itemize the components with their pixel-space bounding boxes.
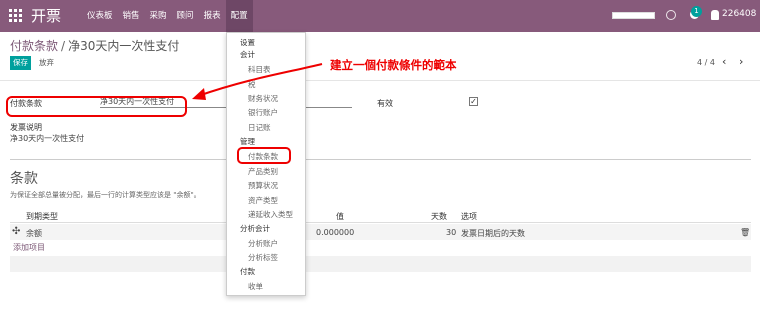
drag-handle-icon[interactable]: ✣ (12, 226, 20, 237)
menu-dashboard[interactable]: 仪表板 (82, 0, 118, 32)
dropdown-item-deferred-revenue-types[interactable]: 递延收入类型 (248, 209, 293, 220)
dropdown-item-analytic-tags[interactable]: 分析标签 (248, 252, 278, 263)
dropdown-header-accounting: 会计 (240, 50, 255, 59)
dropdown-item-journals[interactable]: 日记账 (248, 122, 271, 133)
menu-advisor[interactable]: 顾问 (172, 0, 199, 32)
breadcrumb-current: 净30天内一次性支付 (68, 39, 180, 53)
trash-icon[interactable]: 🗑 (740, 228, 750, 237)
col-option[interactable]: 选项 (461, 211, 477, 222)
active-label: 有效 (377, 99, 393, 108)
dropdown-item-settings[interactable]: 设置 (240, 37, 255, 48)
dropdown-item-chart-of-accounts[interactable]: 科目表 (248, 64, 271, 75)
dropdown-item-product-categories[interactable]: 产品类别 (248, 166, 278, 177)
dropdown-header-analytic: 分析会计 (240, 224, 270, 233)
active-checkbox[interactable]: ✓ (469, 97, 478, 106)
invoice-note-field[interactable] (10, 143, 751, 160)
configuration-dropdown: 设置 会计 科目表 税 财务状况 银行账户 日记账 管理 付款条款 产品类别 预… (226, 32, 306, 296)
discard-button[interactable]: 放弃 (39, 56, 54, 70)
dropdown-item-acquirers[interactable]: 收单 (248, 281, 263, 292)
app-title[interactable]: 开票 (31, 5, 61, 26)
chevron-left-icon[interactable]: ‹ (722, 55, 726, 68)
pager-value: 4 / 4 (697, 58, 715, 67)
col-days[interactable]: 天数 (431, 211, 447, 222)
annotation-text: 建立一個付款條件的範本 (330, 58, 457, 72)
add-line-link[interactable]: 添加项目 (13, 242, 45, 253)
breadcrumb-separator: / (61, 39, 66, 53)
highlight-name-field (6, 96, 187, 117)
row-option: 发票日期后的天数 (461, 229, 525, 238)
dropdown-item-bank-accounts[interactable]: 银行账户 (248, 107, 278, 118)
dropdown-item-fiscal-positions[interactable]: 财务状况 (248, 93, 278, 104)
dropdown-header-payments: 付款 (240, 267, 255, 276)
row-value: 0.000000 (316, 228, 355, 237)
top-menu: 仪表板 销售 采购 顾问 报表 配置 (82, 0, 253, 32)
dropdown-header-management: 管理 (240, 137, 255, 146)
terms-help: 为保证全部总量被分配，最后一行的计算类型应该是 "余额"。 (10, 191, 201, 199)
progress-bar (612, 12, 655, 19)
row-days: 30 (446, 228, 457, 237)
table-row[interactable]: ✣ 余额 0.000000 30 发票日期后的天数 🗑 (10, 224, 751, 240)
menu-reports[interactable]: 报表 (199, 0, 226, 32)
divider (0, 80, 760, 81)
row-type: 余额 (26, 229, 42, 238)
dropdown-item-budgetary-positions[interactable]: 预算状况 (248, 180, 278, 191)
dropdown-item-taxes[interactable]: 税 (248, 79, 256, 90)
col-type[interactable]: 到期类型 (26, 211, 58, 222)
top-navbar: 开票 仪表板 销售 采购 顾问 报表 配置 1 226408 (0, 0, 760, 32)
chevron-right-icon[interactable]: › (739, 55, 743, 68)
user-name[interactable]: 226408 (722, 9, 756, 19)
dropdown-item-analytic-accounts[interactable]: 分析账户 (248, 238, 278, 249)
clock-icon[interactable] (666, 10, 676, 20)
menu-purchases[interactable]: 采购 (145, 0, 172, 32)
notification-badge: 1 (691, 6, 702, 17)
menu-sales[interactable]: 销售 (118, 0, 145, 32)
breadcrumb: 付款条款 / 净30天内一次性支付 (10, 37, 179, 54)
save-button[interactable]: 保存 (10, 56, 31, 70)
user-icon[interactable] (711, 10, 719, 20)
apps-grid-icon[interactable] (9, 9, 22, 22)
col-value[interactable]: 值 (336, 211, 344, 222)
empty-row (10, 256, 751, 272)
highlight-payment-terms-item (237, 147, 291, 164)
dropdown-item-asset-types[interactable]: 资产类型 (248, 195, 278, 206)
invoice-note-label: 发票说明 (10, 123, 42, 132)
terms-table-header: 到期类型 值 天数 选项 (10, 207, 751, 223)
menu-configuration[interactable]: 配置 (225, 0, 253, 32)
breadcrumb-parent[interactable]: 付款条款 (10, 39, 58, 53)
terms-title: 条款 (10, 171, 38, 187)
